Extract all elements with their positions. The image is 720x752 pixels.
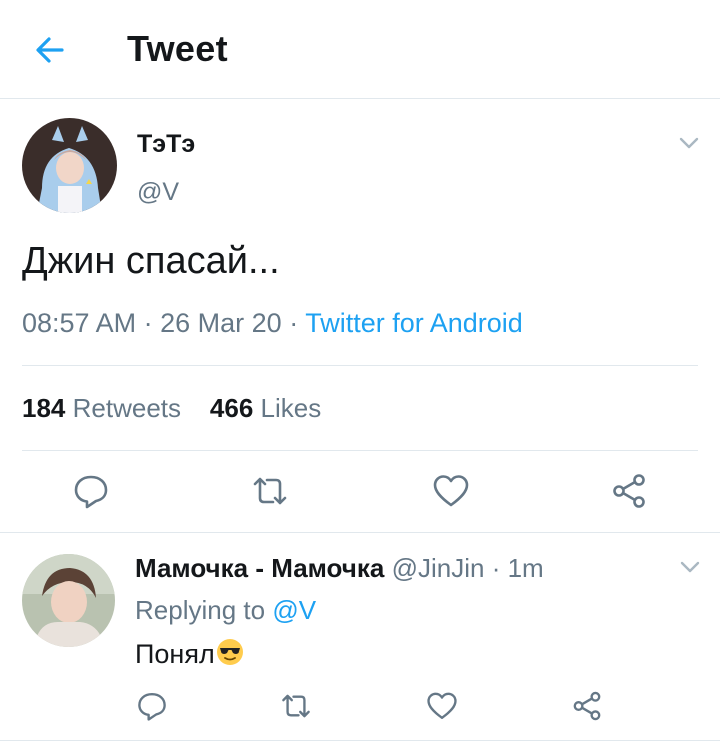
likes-count: 466: [209, 393, 254, 423]
author-name[interactable]: ТэТэ: [137, 130, 195, 159]
top-bar: Tweet: [0, 0, 720, 99]
replying-to: Replying to @V: [135, 595, 316, 626]
reply-text-content: Понял: [135, 639, 215, 669]
reply-text: Понял: [135, 637, 245, 670]
reply-author-handle[interactable]: @JinJin: [392, 553, 485, 583]
reply-time: 1m: [507, 553, 544, 583]
sunglasses-emoji: [216, 639, 243, 665]
likes-stat[interactable]: 466 Likes: [210, 393, 321, 423]
retweet-icon[interactable]: [251, 472, 289, 510]
arrow-left-icon[interactable]: [30, 30, 70, 70]
tweet-meta: 08:57 AM · 26 Mar 20 · Twitter for Andro…: [22, 308, 523, 339]
share-icon[interactable]: [571, 690, 603, 722]
reply-header: Мамочка - Мамочка @JinJin · 1m: [135, 553, 544, 584]
mention-link[interactable]: @V: [272, 595, 316, 625]
like-icon[interactable]: [426, 690, 458, 722]
divider: [22, 450, 698, 451]
retweet-icon[interactable]: [280, 690, 312, 722]
reply-icon[interactable]: [136, 690, 168, 722]
retweets-label: Retweets: [72, 393, 182, 423]
like-icon[interactable]: [432, 472, 470, 510]
tweet-stats: 184 Retweets 466 Likes: [22, 393, 321, 424]
retweets-count: 184: [22, 393, 66, 423]
meta-separator: ·: [143, 308, 161, 338]
share-icon[interactable]: [610, 472, 648, 510]
tweet-time: 08:57 AM: [22, 308, 137, 338]
tweet-source-link[interactable]: Twitter for Android: [305, 308, 523, 338]
reply-icon[interactable]: [72, 472, 110, 510]
tweet-text: Джин спасай...: [22, 240, 280, 282]
divider: [22, 365, 698, 366]
reply-author-name[interactable]: Мамочка - Мамочка: [135, 553, 384, 583]
tweet-date: 26 Mar 20: [160, 308, 282, 338]
replying-label: Replying to: [135, 595, 266, 625]
avatar[interactable]: [22, 118, 117, 213]
divider: [0, 740, 720, 741]
meta-separator: ·: [289, 308, 306, 338]
retweets-stat[interactable]: 184 Retweets: [22, 393, 181, 423]
chevron-down-icon[interactable]: [678, 558, 702, 576]
chevron-down-icon[interactable]: [676, 133, 702, 153]
likes-label: Likes: [260, 393, 322, 423]
page-title: Tweet: [127, 28, 228, 69]
author-handle[interactable]: @V: [137, 178, 179, 207]
avatar[interactable]: [22, 554, 115, 647]
divider: [0, 532, 720, 533]
meta-separator: ·: [484, 553, 508, 583]
